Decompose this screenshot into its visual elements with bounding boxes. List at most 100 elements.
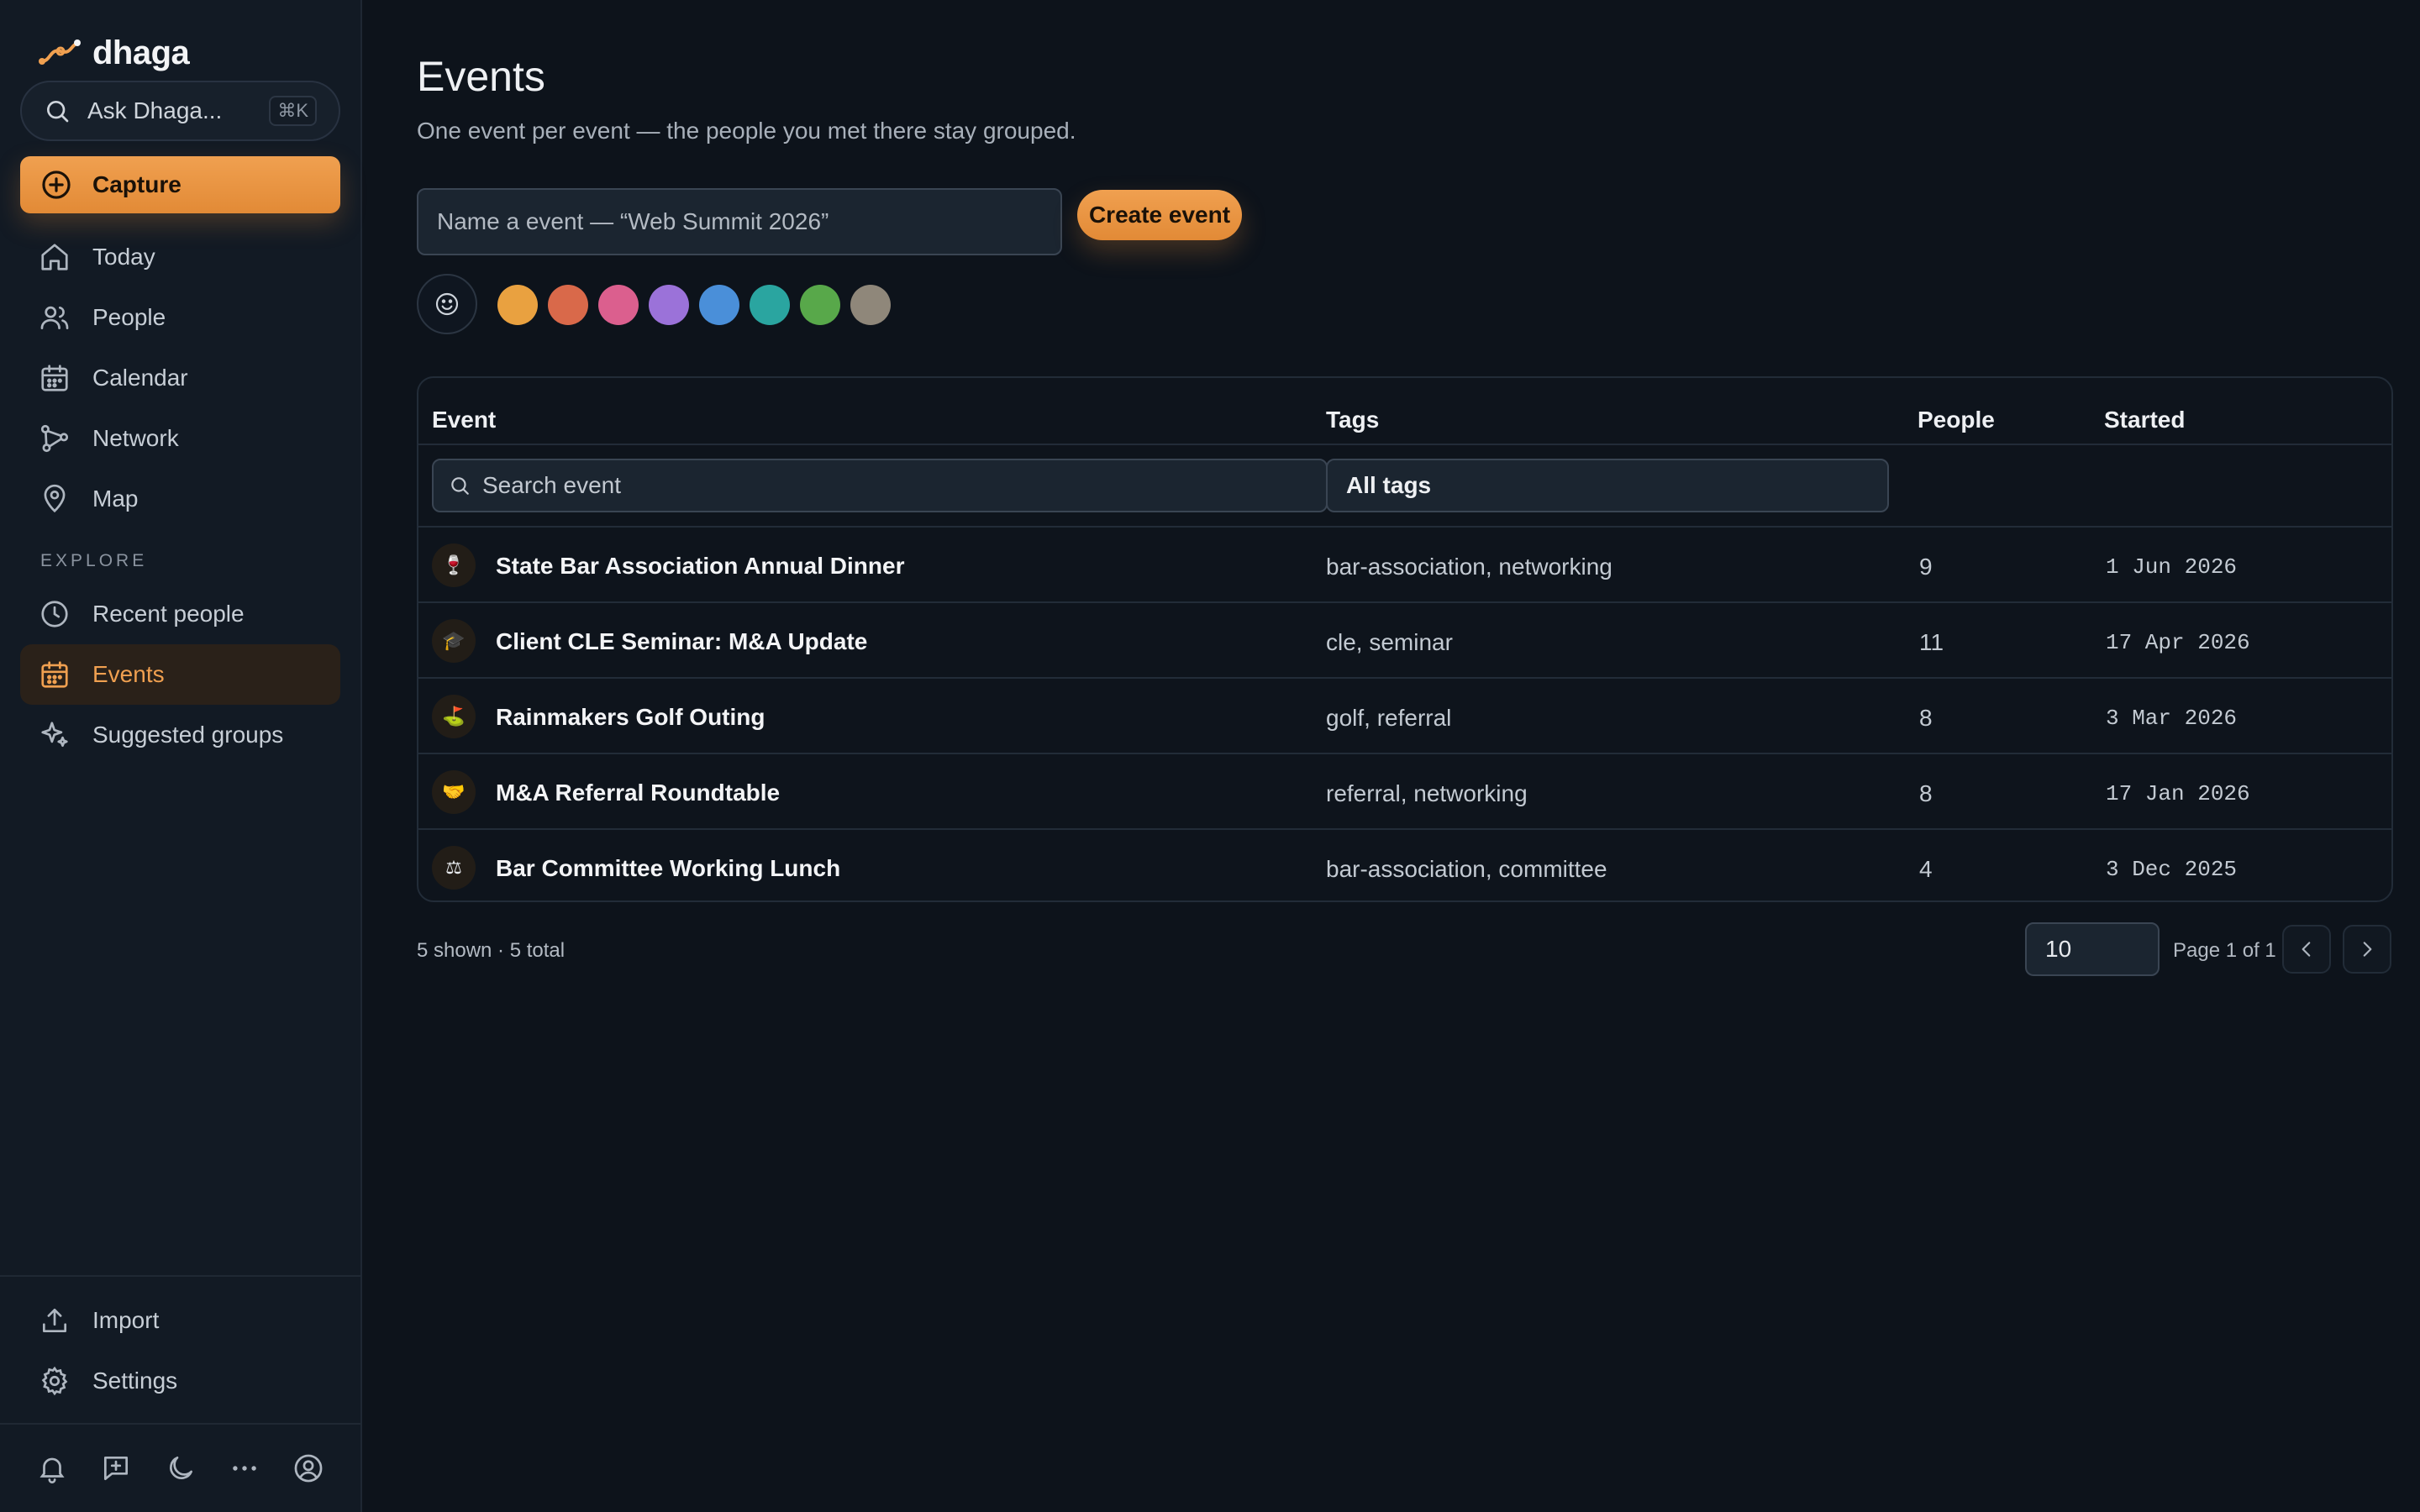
sidebar-divider — [0, 1423, 362, 1425]
plus-circle-icon — [42, 171, 71, 199]
upload-icon — [42, 1308, 67, 1333]
brand[interactable]: dhaga — [39, 32, 190, 74]
event-tags: bar-association, committee — [1326, 856, 1607, 882]
nav-item-label: Events — [92, 661, 165, 687]
column-header-event[interactable]: Event — [432, 407, 496, 433]
account-button[interactable] — [276, 1438, 340, 1499]
nav-item-recent-people[interactable]: Recent people — [20, 584, 340, 644]
next-page-button[interactable] — [2343, 925, 2391, 974]
header-divider — [418, 444, 2391, 445]
event-name[interactable]: Bar Committee Working Lunch — [496, 855, 840, 882]
brand-name: dhaga — [92, 34, 190, 71]
map-pin-icon — [44, 484, 66, 513]
event-people-count: 4 — [1919, 856, 1933, 882]
smiley-icon — [435, 292, 459, 316]
color-swatch[interactable] — [699, 285, 739, 325]
page-size-select[interactable]: 10 — [2025, 922, 2160, 976]
nav-item-today[interactable]: Today — [20, 227, 340, 287]
column-header-people[interactable]: People — [1918, 407, 1995, 433]
calendar-icon — [41, 365, 68, 391]
event-emoji-icon: ⛳ — [432, 695, 476, 738]
shortcut-badge: ⌘K — [269, 96, 317, 126]
nav-item-people[interactable]: People — [20, 287, 340, 348]
create-event-button[interactable]: Create event — [1077, 190, 1242, 240]
table-row[interactable]: 🎓 Client CLE Seminar: M&A Update cle, se… — [418, 603, 2391, 679]
tags-filter-select[interactable]: All tags — [1326, 459, 1889, 512]
previous-page-button[interactable] — [2282, 925, 2331, 974]
notifications-button[interactable] — [20, 1438, 84, 1499]
event-start-date: 3 Dec 2025 — [2106, 857, 2238, 882]
search-icon — [47, 100, 69, 123]
nav-item-label: Import — [92, 1307, 160, 1333]
nav-item-label: People — [92, 304, 166, 330]
ask-dhaga-search[interactable]: Ask Dhaga... ⌘K — [20, 81, 340, 141]
people-icon — [40, 306, 69, 330]
event-tags: golf, referral — [1326, 705, 1452, 731]
gear-icon — [41, 1366, 68, 1396]
color-swatch[interactable] — [850, 285, 891, 325]
message-plus-icon — [104, 1456, 129, 1481]
event-search-input[interactable] — [482, 472, 1311, 499]
color-swatch[interactable] — [497, 285, 538, 325]
nav-item-network[interactable]: Network — [20, 408, 340, 469]
event-search[interactable] — [432, 459, 1328, 512]
table-row[interactable]: 🍷 State Bar Association Annual Dinner ba… — [418, 528, 2391, 603]
network-icon — [40, 424, 69, 453]
page-subtitle: One event per event — the people you met… — [417, 118, 1076, 144]
event-tags: bar-association, networking — [1326, 554, 1612, 580]
event-people-count: 11 — [1919, 629, 1944, 655]
search-icon — [451, 477, 469, 495]
color-swatches — [497, 285, 901, 325]
color-swatch[interactable] — [548, 285, 588, 325]
page-indicator: Page 1 of 1 — [2173, 939, 2276, 962]
color-swatch[interactable] — [750, 285, 790, 325]
color-swatch[interactable] — [649, 285, 689, 325]
ask-label: Ask Dhaga... — [87, 97, 223, 123]
capture-button[interactable]: Capture — [20, 156, 340, 213]
event-emoji-icon: ⚖ — [432, 846, 476, 890]
color-swatch[interactable] — [800, 285, 840, 325]
event-tags: referral, networking — [1326, 780, 1528, 806]
event-start-date: 17 Jan 2026 — [2106, 781, 2250, 806]
app-root: dhaga Ask Dhaga... ⌘K Capture Today Peop… — [0, 0, 2420, 1512]
event-start-date: 1 Jun 2026 — [2106, 554, 2238, 580]
moon-icon — [169, 1456, 192, 1479]
event-people-count: 8 — [1919, 780, 1933, 806]
nav-item-label: Network — [92, 425, 179, 451]
event-name[interactable]: Rainmakers Golf Outing — [496, 704, 765, 731]
table-row[interactable]: ⛳ Rainmakers Golf Outing golf, referral … — [418, 679, 2391, 754]
clock-icon — [41, 601, 68, 627]
nav-item-import[interactable]: Import — [20, 1290, 340, 1351]
home-icon — [41, 244, 68, 270]
emoji-picker-button[interactable] — [417, 274, 477, 334]
nav-item-label: Recent people — [92, 601, 245, 627]
column-header-started[interactable]: Started — [2104, 407, 2185, 433]
nav-item-suggested-groups[interactable]: Suggested groups — [20, 705, 340, 765]
more-icon — [232, 1466, 256, 1471]
capture-label: Capture — [92, 171, 182, 197]
results-count: 5 shown · 5 total — [417, 939, 566, 962]
table-row[interactable]: 🤝 M&A Referral Roundtable referral, netw… — [418, 754, 2391, 830]
more-button[interactable] — [213, 1438, 276, 1499]
table-row[interactable]: ⚖ Bar Committee Working Lunch bar-associ… — [418, 830, 2391, 900]
event-name-input[interactable] — [417, 188, 1062, 255]
color-swatch[interactable] — [598, 285, 639, 325]
nav-item-events[interactable]: Events — [20, 644, 340, 705]
nav-item-label: Calendar — [92, 365, 188, 391]
event-name[interactable]: State Bar Association Annual Dinner — [496, 553, 904, 580]
nav-item-settings[interactable]: Settings — [20, 1351, 340, 1411]
bell-icon — [39, 1457, 65, 1483]
nav-item-calendar[interactable]: Calendar — [20, 348, 340, 408]
event-name[interactable]: Client CLE Seminar: M&A Update — [496, 628, 867, 655]
theme-toggle-button[interactable] — [148, 1438, 212, 1499]
event-start-date: 3 Mar 2026 — [2106, 706, 2238, 731]
event-name[interactable]: M&A Referral Roundtable — [496, 780, 780, 806]
calendar-icon — [41, 661, 68, 688]
nav-item-label: Suggested groups — [92, 722, 284, 748]
sidebar-footer — [20, 1438, 340, 1499]
new-message-button[interactable] — [84, 1438, 148, 1499]
nav-item-map[interactable]: Map — [20, 469, 340, 529]
sidebar: dhaga Ask Dhaga... ⌘K Capture Today Peop… — [0, 0, 362, 1512]
column-header-tags[interactable]: Tags — [1326, 407, 1379, 433]
explore-section-label: EXPLORE — [40, 551, 148, 570]
